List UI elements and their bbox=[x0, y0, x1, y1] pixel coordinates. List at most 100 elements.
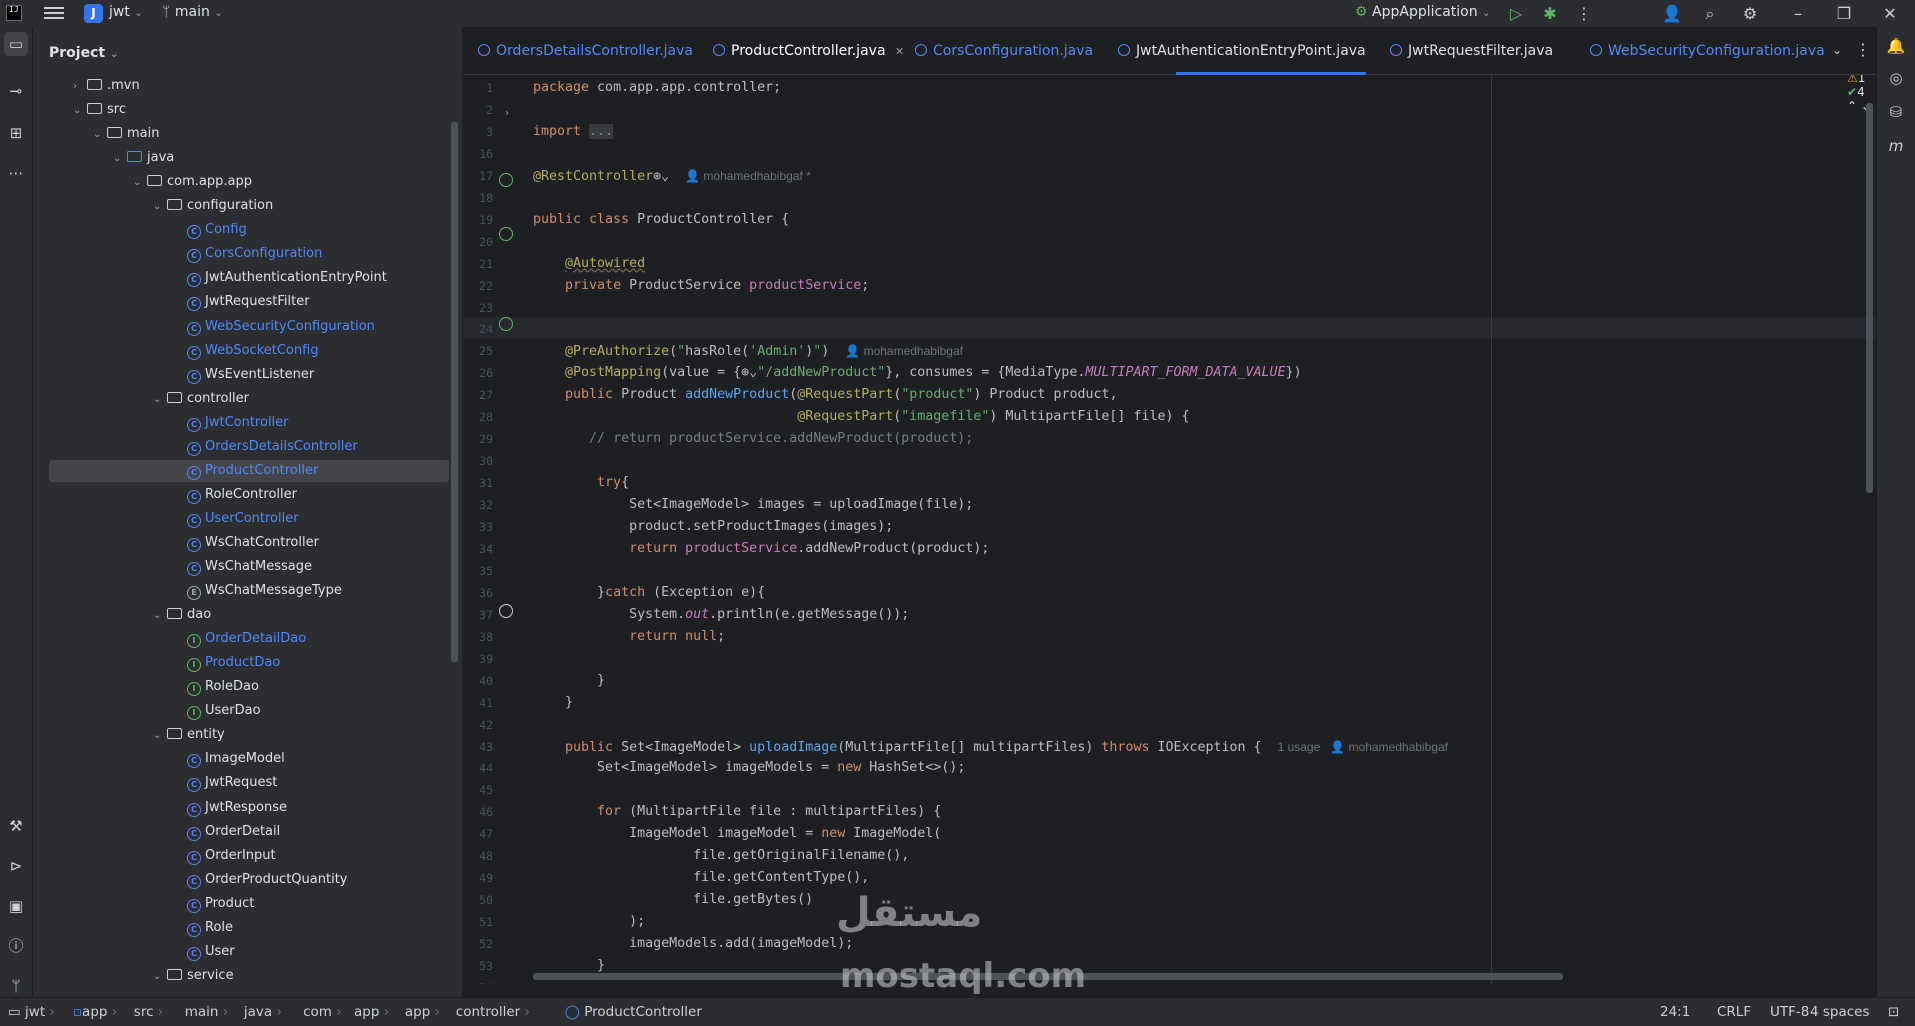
code-line[interactable]: ); bbox=[533, 911, 645, 933]
more-tools-icon[interactable]: ⋯ bbox=[4, 161, 28, 185]
code-line[interactable]: }catch (Exception e){ bbox=[533, 582, 765, 604]
code-line[interactable]: Set<ImageModel> images = uploadImage(fil… bbox=[533, 494, 973, 516]
code-line[interactable]: Set<ImageModel> imageModels = new HashSe… bbox=[533, 757, 965, 779]
code-line[interactable]: ImageModel imageModel = new ImageModel( bbox=[533, 823, 941, 845]
prev-highlight-icon[interactable]: ⌃ bbox=[1847, 99, 1857, 113]
editor-more-icon[interactable]: ⋮ bbox=[1853, 40, 1873, 60]
editor-tab[interactable]: JwtAuthenticationEntryPoint.java bbox=[1118, 39, 1366, 63]
project-scrollbar[interactable] bbox=[451, 122, 458, 662]
chevron-down-icon[interactable]: ⌄ bbox=[113, 148, 127, 170]
code-editor[interactable]: 1 2 3 16 17 18 19 20 21 22 23 24 25 26 27 28 29 30 31 32 33 3… bbox=[463, 75, 1876, 984]
editor-tab[interactable]: JwtRequestFilter.java bbox=[1390, 39, 1553, 63]
code-line[interactable]: @PreAuthorize("hasRole('Admin')") 👤 moha… bbox=[533, 340, 963, 362]
add-user-icon[interactable]: 👤 bbox=[1662, 4, 1682, 24]
code-line[interactable]: imageModels.add(imageModel); bbox=[533, 933, 853, 955]
tree-item[interactable]: C OrderProductQuantity bbox=[33, 869, 449, 891]
project-switcher[interactable]: jwt ⌄ bbox=[109, 4, 143, 20]
code-area[interactable]: ⚠1 ✔4 ⌃ ⌄ package com.app.app.controller… bbox=[533, 75, 1873, 984]
code-line[interactable]: } bbox=[533, 670, 605, 692]
tree-item[interactable]: ⌄ src bbox=[33, 99, 449, 121]
fold-expand-icon[interactable]: › bbox=[505, 108, 519, 122]
breadcrumb-item[interactable]: app › bbox=[405, 1004, 440, 1020]
tree-item[interactable]: I UserDao bbox=[33, 700, 449, 722]
code-line[interactable]: for (MultipartFile file : multipartFiles… bbox=[533, 801, 941, 823]
search-icon[interactable]: ⌕ bbox=[1700, 4, 1720, 24]
tree-item[interactable]: ⌄ service bbox=[33, 965, 449, 987]
tree-item[interactable]: I OrderDetailDao bbox=[33, 628, 449, 650]
chevron-down-icon[interactable]: ⌄ bbox=[153, 725, 167, 747]
chevron-down-icon[interactable]: ⌄ bbox=[133, 172, 147, 194]
code-line[interactable]: return null; bbox=[533, 626, 725, 648]
tree-item[interactable]: I ProductDao bbox=[33, 652, 449, 674]
tree-item[interactable]: C ImageModel bbox=[33, 748, 449, 770]
code-line[interactable]: return productService.addNewProduct(prod… bbox=[533, 538, 989, 560]
chevron-down-icon[interactable]: ⌄ bbox=[153, 605, 167, 627]
breadcrumb-item[interactable]: src › bbox=[134, 1004, 163, 1020]
code-line[interactable]: public class ProductController { bbox=[533, 209, 789, 231]
tree-item[interactable]: C JwtResponse bbox=[33, 797, 449, 819]
code-line[interactable]: @PostMapping(value = {⊕⌄"/addNewProduct"… bbox=[533, 362, 1302, 384]
tree-item[interactable]: C JwtRequestFilter bbox=[33, 291, 449, 313]
code-line[interactable]: // return productService.addNewProduct(p… bbox=[533, 428, 973, 450]
chevron-down-icon[interactable]: ⌄ bbox=[153, 966, 167, 988]
tree-item[interactable]: C WebSecurityConfiguration bbox=[33, 316, 449, 338]
caret-position[interactable]: 24:1 bbox=[1660, 1004, 1690, 1020]
tree-item[interactable]: C OrdersDetailsController bbox=[33, 436, 449, 458]
restore-icon[interactable]: ❐ bbox=[1834, 4, 1854, 24]
tree-item[interactable]: C Role bbox=[33, 917, 449, 939]
lock-icon[interactable]: ⊡ bbox=[1888, 1004, 1899, 1020]
tree-item[interactable]: ⌄ dao bbox=[33, 604, 449, 626]
annotation-gutter-icon[interactable] bbox=[499, 604, 513, 618]
code-line[interactable]: } bbox=[533, 692, 573, 714]
breadcrumb-item[interactable]: app › bbox=[354, 1004, 389, 1020]
tabs-overflow-icon[interactable]: ⌄ bbox=[1827, 40, 1847, 60]
editor-tab[interactable]: ProductController.java ✕ bbox=[713, 39, 904, 63]
build-tool-icon[interactable]: ⚒ bbox=[4, 814, 28, 838]
breadcrumb-item[interactable]: controller › bbox=[456, 1004, 530, 1020]
tree-item[interactable]: C WsEventListener bbox=[33, 364, 449, 386]
tree-item[interactable]: ⌄ java bbox=[33, 147, 449, 169]
maven-icon[interactable]: m bbox=[1884, 134, 1908, 158]
code-line[interactable]: try{ bbox=[533, 472, 629, 494]
chevron-down-icon[interactable]: ⌄ bbox=[93, 124, 107, 146]
tree-item[interactable]: ⌄ controller bbox=[33, 388, 449, 410]
tree-item[interactable]: E WsChatMessageType bbox=[33, 580, 449, 602]
breadcrumb-item[interactable]: main › bbox=[185, 1004, 228, 1020]
project-tool-icon[interactable]: ▭ bbox=[4, 32, 28, 56]
tree-item[interactable]: C JwtRequest bbox=[33, 772, 449, 794]
editor-vertical-scrollbar[interactable] bbox=[1866, 103, 1873, 493]
tree-item[interactable]: C CorsConfiguration bbox=[33, 243, 449, 265]
main-menu-icon[interactable] bbox=[44, 4, 64, 24]
tree-item[interactable]: ⌄ configuration bbox=[33, 195, 449, 217]
spring-bean-gutter-icon[interactable] bbox=[499, 173, 513, 187]
code-line[interactable]: file.getBytes() bbox=[533, 889, 813, 911]
ai-assistant-icon[interactable]: ◎ bbox=[1884, 66, 1908, 90]
tree-item[interactable]: C Product bbox=[33, 893, 449, 915]
tree-item[interactable]: I RoleDao bbox=[33, 676, 449, 698]
breadcrumb-item[interactable]: com › bbox=[303, 1004, 342, 1020]
code-line[interactable]: @RestController⊕⌄ 👤 mohamedhabibgaf * bbox=[533, 165, 811, 187]
breadcrumb-item[interactable]: ▫app › bbox=[73, 1004, 117, 1020]
tree-item[interactable]: › .mvn bbox=[33, 75, 449, 97]
settings-icon[interactable]: ⚙ bbox=[1740, 4, 1760, 24]
tree-item[interactable]: C JwtAuthenticationEntryPoint bbox=[33, 267, 449, 289]
file-encoding[interactable]: UTF-8 bbox=[1770, 1004, 1809, 1020]
debug-icon[interactable]: ✱ bbox=[1540, 4, 1560, 24]
tree-item[interactable]: C WsChatMessage bbox=[33, 556, 449, 578]
ide-logo-icon[interactable]: IJ bbox=[6, 5, 22, 21]
tree-item[interactable]: C WsChatController bbox=[33, 532, 449, 554]
endpoint-gutter-icon[interactable] bbox=[499, 317, 513, 331]
chevron-down-icon[interactable]: ⌄ bbox=[153, 196, 167, 218]
minimize-icon[interactable]: – bbox=[1788, 4, 1808, 24]
tree-item[interactable]: C UserController bbox=[33, 508, 449, 530]
editor-tab[interactable]: CorsConfiguration.java bbox=[915, 39, 1093, 63]
breadcrumb-item[interactable]: ▭ jwt › bbox=[8, 1004, 55, 1020]
problems-tool-icon[interactable]: ⓘ bbox=[4, 934, 28, 958]
tree-item[interactable]: ⌄ com.app.app bbox=[33, 171, 449, 193]
code-line[interactable]: @Autowired bbox=[533, 253, 645, 275]
tree-item[interactable]: C OrderDetail bbox=[33, 821, 449, 843]
chevron-down-icon[interactable]: ⌄ bbox=[73, 100, 87, 122]
close-icon[interactable]: ✕ bbox=[1880, 4, 1900, 24]
services-tool-icon[interactable]: ⊳ bbox=[4, 854, 28, 878]
code-line[interactable]: file.getOriginalFilename(), bbox=[533, 845, 909, 867]
